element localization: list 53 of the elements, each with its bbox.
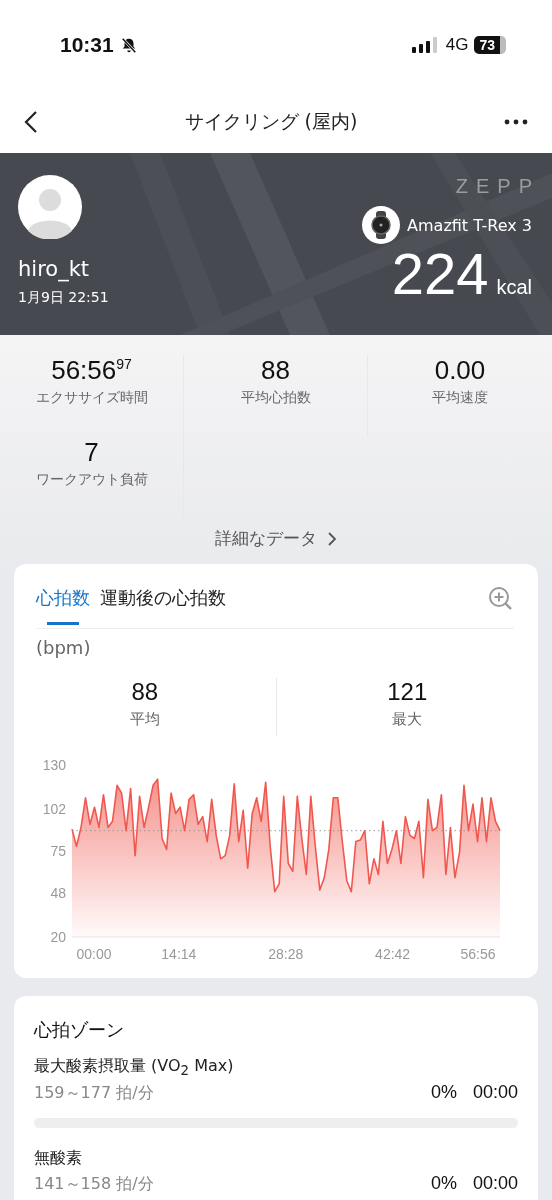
page-title: サイクリング (屋内) — [184, 108, 358, 134]
device-name: Amazfit T-Rex 3 — [407, 215, 532, 235]
network-label: 4G — [445, 35, 469, 55]
unit-label: (bpm) — [36, 637, 92, 658]
y-axis-label: 102 — [42, 800, 66, 817]
zone-name: 最大酸素摂取量 (VO$_{2}$ Max) — [34, 1056, 235, 1079]
avatar-icon — [18, 175, 82, 239]
card-title: 心拍ゾーン — [34, 1018, 125, 1042]
summary-value: 88 — [131, 678, 159, 706]
details-link[interactable]: 詳細なデータ — [215, 527, 337, 550]
zone-duration: 00:00 — [472, 1082, 518, 1104]
more-icon[interactable] — [504, 118, 528, 125]
battery-indicator: 73 — [474, 36, 506, 54]
tab[interactable]: 心拍数 — [36, 582, 90, 625]
y-axis-label: 48 — [50, 885, 66, 902]
watch-icon — [362, 206, 401, 244]
zoom-in-icon[interactable] — [488, 586, 514, 612]
y-axis-label: 130 — [42, 757, 66, 773]
back-icon[interactable] — [24, 109, 38, 134]
calories-unit: kcal — [496, 276, 532, 299]
stat-value: 88 — [261, 355, 290, 386]
zone-duration: 00:00 — [472, 1173, 518, 1195]
status-time: 10:31 — [60, 33, 114, 57]
x-axis-label: 14:14 — [161, 946, 197, 962]
x-axis-label: 56:56 — [460, 946, 496, 962]
zone-range: 159～177 拍/分 — [34, 1083, 154, 1105]
summary-label: 最大 — [392, 710, 423, 729]
stat-label: エクササイズ時間 — [35, 389, 148, 407]
x-axis-label: 00:00 — [76, 946, 112, 962]
stat-label: 平均心拍数 — [240, 389, 311, 407]
username: hiro_kt — [18, 257, 91, 281]
x-axis-label: 28:28 — [268, 946, 304, 962]
workout-date: 1月9日 22:51 — [18, 289, 109, 307]
stat-value: 0.00 — [434, 355, 486, 386]
muted-bell-icon — [119, 36, 138, 54]
stat-value: 56:56$^{97}$ — [51, 355, 132, 386]
y-axis-label: 20 — [50, 929, 66, 945]
zone-range: 141～158 拍/分 — [34, 1174, 154, 1196]
signal-icon — [411, 37, 438, 53]
stat-label: 平均速度 — [432, 389, 488, 407]
chevron-right-icon — [327, 530, 337, 547]
calories-value: 224 — [391, 240, 489, 307]
summary-value: 121 — [387, 678, 428, 706]
stat-value: 7 — [84, 437, 99, 468]
summary-label: 平均 — [129, 710, 160, 729]
brand-logo: ZEPP — [455, 175, 540, 198]
tab[interactable]: 運動後の心拍数 — [100, 582, 226, 625]
zone-percent: 0% — [430, 1173, 457, 1195]
stat-label: ワークアウト負荷 — [35, 471, 148, 489]
y-axis-label: 75 — [50, 843, 66, 859]
zone-percent: 0% — [430, 1082, 457, 1104]
x-axis-label: 42:42 — [375, 946, 411, 962]
zone-name: 無酸素 — [34, 1148, 83, 1170]
